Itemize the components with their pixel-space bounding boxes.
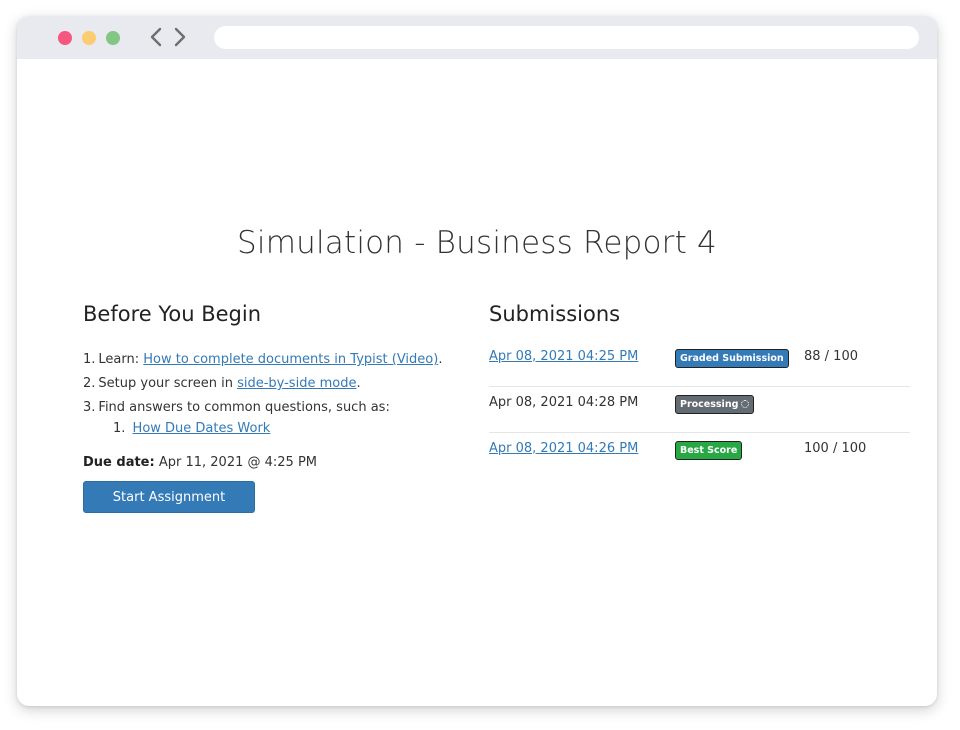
best-score-badge: Best Score — [675, 441, 743, 460]
page-title: Simulation - Business Report 4 — [237, 225, 717, 261]
due-date-value: Apr 11, 2021 @ 4:25 PM — [158, 455, 318, 470]
submission-date: Apr 08, 2021 04:28 PM — [489, 395, 639, 410]
step-number: 2. — [83, 376, 96, 391]
substep-item: 1. How Due Dates Work — [113, 421, 443, 437]
page-content: Simulation - Business Report 4 Before Yo… — [17, 59, 937, 706]
step-number: 3. — [83, 400, 96, 415]
step-item: 1. Learn: How to complete documents in Ty… — [83, 352, 443, 368]
graded-submission-badge: Graded Submission — [675, 349, 789, 368]
submission-row: Apr 08, 2021 04:25 PM Graded Submission … — [489, 341, 910, 387]
spinner-icon — [741, 400, 750, 408]
step-text: Setup your screen in — [98, 376, 238, 391]
step-item: 2. Setup your screen in side-by-side mode… — [83, 376, 443, 392]
submission-date-link[interactable]: Apr 08, 2021 04:26 PM — [489, 441, 638, 456]
step-suffix: . — [356, 376, 361, 391]
browser-window: Simulation - Business Report 4 Before Yo… — [17, 16, 937, 706]
typist-video-link[interactable]: How to complete documents in Typist (Vid… — [143, 352, 438, 367]
step-item: 3. Find answers to common questions, such… — [83, 400, 443, 437]
browser-titlebar — [17, 16, 937, 59]
submission-score: 88 / 100 — [804, 349, 858, 364]
address-bar[interactable] — [214, 26, 919, 49]
steps-list: 1. Learn: How to complete documents in Ty… — [83, 352, 443, 437]
back-arrow-icon[interactable] — [147, 26, 165, 48]
due-date: Due date: Apr 11, 2021 @ 4:25 PM — [83, 455, 443, 470]
substeps-list: 1. How Due Dates Work — [113, 421, 443, 437]
close-window-button[interactable] — [58, 31, 72, 45]
submissions-heading: Submissions — [489, 302, 621, 326]
submissions-section: Submissions Apr 08, 2021 04:25 PM Graded… — [489, 302, 910, 479]
submission-score: 100 / 100 — [804, 441, 867, 456]
maximize-window-button[interactable] — [106, 31, 120, 45]
step-text: Learn: — [98, 352, 144, 367]
submission-row: Apr 08, 2021 04:28 PM Processing — [489, 387, 910, 433]
submission-date-link[interactable]: Apr 08, 2021 04:25 PM — [489, 349, 638, 364]
step-number: 1. — [83, 352, 96, 367]
processing-label: Processing — [680, 399, 739, 410]
how-due-dates-work-link[interactable]: How Due Dates Work — [133, 421, 271, 436]
minimize-window-button[interactable] — [82, 31, 96, 45]
before-you-begin-heading: Before You Begin — [83, 302, 262, 326]
processing-badge: Processing — [675, 395, 755, 414]
step-text: Find answers to common questions, such a… — [98, 400, 390, 415]
substep-number: 1. — [113, 421, 126, 436]
forward-arrow-icon[interactable] — [171, 26, 189, 48]
submissions-list: Apr 08, 2021 04:25 PM Graded Submission … — [489, 341, 910, 479]
start-assignment-button[interactable]: Start Assignment — [83, 481, 255, 513]
before-you-begin-section: Before You Begin 1. Learn: How to complet… — [83, 302, 443, 513]
submission-row: Apr 08, 2021 04:26 PM Best Score 100 / 1… — [489, 433, 910, 479]
step-suffix: . — [438, 352, 443, 367]
due-date-label: Due date: — [83, 455, 155, 470]
side-by-side-mode-link[interactable]: side-by-side mode — [237, 376, 356, 391]
